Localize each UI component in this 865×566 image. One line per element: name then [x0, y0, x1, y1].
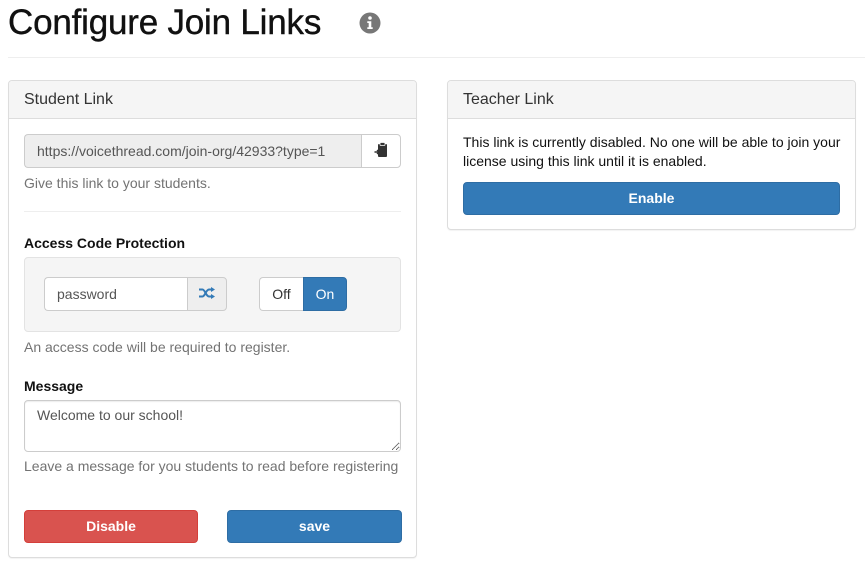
student-link-help: Give this link to your students. — [24, 175, 211, 191]
student-link-url-field[interactable]: https://voicethread.com/join-org/42933?t… — [24, 134, 361, 168]
randomize-code-button[interactable] — [187, 277, 227, 311]
access-code-well: password Off On — [24, 257, 401, 332]
message-textarea[interactable]: Welcome to our school! — [24, 400, 401, 452]
access-code-help: An access code will be required to regis… — [24, 339, 291, 355]
page-header: Configure Join Links — [8, 0, 865, 58]
teacher-link-heading: Teacher Link — [448, 81, 855, 119]
access-code-input[interactable]: password — [44, 277, 187, 311]
student-link-url-group: https://voicethread.com/join-org/42933?t… — [24, 134, 401, 168]
toggle-off-button[interactable]: Off — [259, 277, 303, 311]
random-icon — [199, 286, 215, 302]
access-code-label: Access Code Protection — [24, 235, 186, 251]
message-label: Message — [24, 378, 84, 394]
access-code-toggle: Off On — [259, 277, 347, 311]
toggle-on-button[interactable]: On — [303, 277, 347, 311]
clipboard-icon — [374, 141, 388, 161]
teacher-link-status-text: This link is currently disabled. No one … — [463, 134, 841, 169]
disable-button[interactable]: Disable — [24, 510, 198, 543]
page-title: Configure Join Links — [8, 3, 322, 42]
save-button[interactable]: save — [227, 510, 402, 543]
copy-link-button[interactable] — [361, 134, 401, 168]
info-circle-icon[interactable] — [359, 12, 381, 34]
divider — [24, 211, 401, 212]
teacher-link-panel: Teacher Link This link is currently disa… — [447, 80, 856, 230]
access-code-group: password — [44, 277, 227, 311]
student-link-panel: Student Link https://voicethread.com/joi… — [8, 80, 417, 558]
enable-button[interactable]: Enable — [463, 182, 840, 215]
student-link-heading: Student Link — [9, 81, 416, 119]
message-help: Leave a message for you students to read… — [24, 458, 399, 474]
